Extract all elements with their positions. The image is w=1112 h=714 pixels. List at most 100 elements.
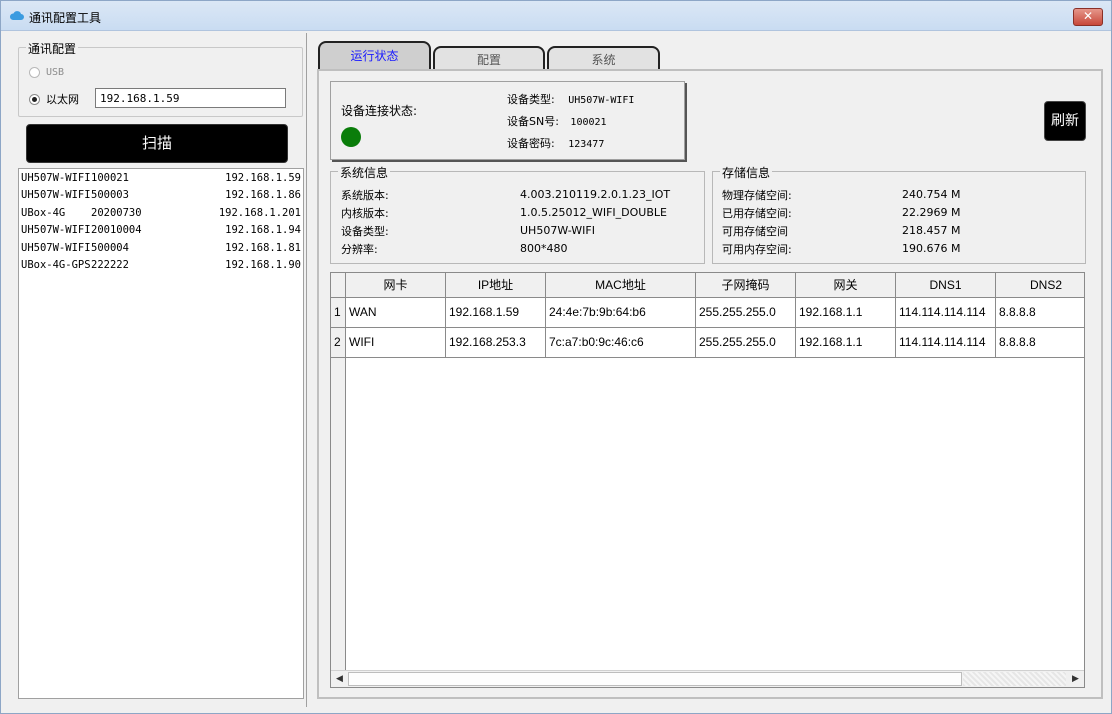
scroll-left-icon[interactable]: ◀ <box>331 671 348 687</box>
system-info-legend: 系统信息 <box>338 164 391 181</box>
table-row[interactable]: 2 WIFI 192.168.253.3 7c:a7:b0:9c:46:c6 2… <box>331 328 1084 358</box>
table-cell[interactable]: 255.255.255.0 <box>696 328 796 357</box>
scroll-track[interactable] <box>963 672 1066 686</box>
device-sn: 500004 <box>91 241 129 254</box>
device-sn: 222222 <box>91 259 129 272</box>
table-cell[interactable]: 24:4e:7b:9b:64:b6 <box>546 298 696 327</box>
list-item[interactable]: UBox-4G 20200730 192.168.1.201 <box>19 204 303 222</box>
tab-content: 设备连接状态: 设备类型: UH507W-WIFI 设备SN号: 100021 … <box>317 69 1103 699</box>
usb-label: USB <box>46 67 65 78</box>
scroll-thumb[interactable] <box>348 672 962 686</box>
device-ip: 192.168.1.201 <box>218 206 301 219</box>
device-ip: 192.168.1.86 <box>225 189 301 202</box>
info-label: 物理存储空间: <box>722 189 792 202</box>
list-item[interactable]: UH507W-WIFI 500004 192.168.1.81 <box>19 239 303 257</box>
scroll-right-icon[interactable]: ▶ <box>1067 671 1084 687</box>
window-title: 通讯配置工具 <box>29 11 102 25</box>
device-name: UH507W-WIFI <box>21 189 91 202</box>
comm-config-legend: 通讯配置 <box>26 40 79 57</box>
corner-cell <box>331 273 346 297</box>
table-cell[interactable]: 114.114.114.114 <box>896 328 996 357</box>
device-sn: 20010004 <box>91 224 142 237</box>
device-name: UH507W-WIFI <box>21 241 91 254</box>
device-sn-field: 设备SN号: 100021 <box>507 113 607 129</box>
device-sn-label: 设备SN号: <box>507 115 559 128</box>
info-value: 190.676 M <box>902 242 961 255</box>
table-cell[interactable]: 192.168.253.3 <box>446 328 546 357</box>
info-value: 22.2969 M <box>902 206 961 219</box>
app-window: 通讯配置工具 ✕ 通讯配置 USB 以太网 扫描 UH507W-WIFI 100… <box>0 0 1112 714</box>
table-cell[interactable]: 255.255.255.0 <box>696 298 796 327</box>
info-value: 800*480 <box>520 242 568 255</box>
device-ip: 192.168.1.90 <box>225 259 301 272</box>
ethernet-option[interactable]: 以太网 <box>29 91 79 107</box>
list-item[interactable]: UH507W-WIFI 20010004 192.168.1.94 <box>19 222 303 240</box>
device-sn: 100021 <box>91 171 129 184</box>
tab-runtime-status[interactable]: 运行状态 <box>318 41 431 72</box>
column-header[interactable]: 网关 <box>796 273 896 297</box>
device-type-field: 设备类型: UH507W-WIFI <box>507 91 634 107</box>
info-label: 已用存储空间: <box>722 207 792 220</box>
table-cell[interactable]: 114.114.114.114 <box>896 298 996 327</box>
device-sn: 500003 <box>91 189 129 202</box>
scan-button[interactable]: 扫描 <box>26 124 288 163</box>
system-info-group: 系统信息 系统版本: 4.003.210119.2.0.1.23_IOT 内核版… <box>330 164 705 264</box>
device-status-box: 设备连接状态: 设备类型: UH507W-WIFI 设备SN号: 100021 … <box>330 81 685 160</box>
row-number: 2 <box>331 328 346 357</box>
info-label: 分辨率: <box>341 243 378 256</box>
storage-info-group: 存储信息 物理存储空间: 240.754 M 已用存储空间: 22.2969 M… <box>712 164 1086 264</box>
info-label: 设备类型: <box>341 225 389 238</box>
info-label: 内核版本: <box>341 207 389 220</box>
list-item[interactable]: UH507W-WIFI 100021 192.168.1.59 <box>19 169 303 187</box>
column-header[interactable]: 网卡 <box>346 273 446 297</box>
right-panel: 运行状态 配置 系统 设备连接状态: 设备类型: UH507W-WIFI 设备S… <box>309 33 1111 707</box>
table-cell[interactable]: 8.8.8.8 <box>996 298 1084 327</box>
list-item[interactable]: UH507W-WIFI 500003 192.168.1.86 <box>19 187 303 205</box>
table-row[interactable]: 1 WAN 192.168.1.59 24:4e:7b:9b:64:b6 255… <box>331 298 1084 328</box>
device-name: UBox-4G <box>21 206 66 219</box>
info-label: 可用内存空间: <box>722 243 792 256</box>
table-cell[interactable]: 192.168.1.1 <box>796 298 896 327</box>
device-password-value: 123477 <box>568 139 605 150</box>
column-header[interactable]: 子网掩码 <box>696 273 796 297</box>
device-type-value: UH507W-WIFI <box>568 95 635 106</box>
device-ip: 192.168.1.59 <box>225 171 301 184</box>
list-item[interactable]: UBox-4G-GPS 222222 192.168.1.90 <box>19 257 303 275</box>
system-info-row: 设备类型: <box>341 223 389 239</box>
device-type-label: 设备类型: <box>507 93 555 106</box>
column-header[interactable]: DNS2 <box>996 273 1084 297</box>
cloud-icon <box>9 11 24 20</box>
tab-config[interactable]: 配置 <box>433 46 545 71</box>
info-value: 218.457 M <box>902 224 961 237</box>
horizontal-scrollbar[interactable]: ◀ ▶ <box>331 670 1084 687</box>
table-cell[interactable]: 192.168.1.59 <box>446 298 546 327</box>
device-name: UH507W-WIFI <box>21 171 91 184</box>
table-header: 网卡 IP地址 MAC地址 子网掩码 网关 DNS1 DNS2 <box>331 273 1084 298</box>
column-header[interactable]: DNS1 <box>896 273 996 297</box>
network-table[interactable]: 网卡 IP地址 MAC地址 子网掩码 网关 DNS1 DNS2 1 WAN 19… <box>330 272 1085 688</box>
device-list[interactable]: UH507W-WIFI 100021 192.168.1.59 UH507W-W… <box>18 168 304 699</box>
info-value: UH507W-WIFI <box>520 224 595 237</box>
refresh-button[interactable]: 刷新 <box>1044 101 1086 141</box>
info-label: 可用存储空间 <box>722 225 788 238</box>
system-info-row: 内核版本: <box>341 205 389 221</box>
system-info-row: 分辨率: <box>341 241 378 257</box>
column-header[interactable]: IP地址 <box>446 273 546 297</box>
ethernet-radio[interactable] <box>29 93 40 105</box>
info-value: 240.754 M <box>902 188 961 201</box>
device-name: UH507W-WIFI <box>21 224 91 237</box>
table-cell[interactable]: WAN <box>346 298 446 327</box>
tab-system[interactable]: 系统 <box>547 46 660 71</box>
table-cell[interactable]: WIFI <box>346 328 446 357</box>
usb-radio[interactable] <box>29 67 40 78</box>
close-button[interactable]: ✕ <box>1073 8 1103 26</box>
table-cell[interactable]: 8.8.8.8 <box>996 328 1084 357</box>
ip-address-input[interactable] <box>95 88 286 108</box>
title-bar: 通讯配置工具 ✕ <box>1 1 1111 31</box>
column-header[interactable]: MAC地址 <box>546 273 696 297</box>
ethernet-label: 以太网 <box>46 93 79 106</box>
system-info-row: 系统版本: <box>341 187 389 203</box>
table-cell[interactable]: 192.168.1.1 <box>796 328 896 357</box>
usb-option[interactable]: USB <box>29 67 64 78</box>
table-cell[interactable]: 7c:a7:b0:9c:46:c6 <box>546 328 696 357</box>
